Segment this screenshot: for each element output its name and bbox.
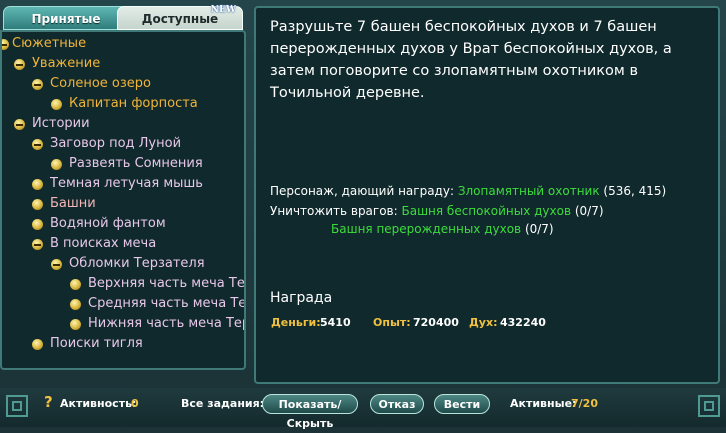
tree-item-label: Поиски тигля bbox=[50, 336, 143, 351]
collapse-icon bbox=[14, 59, 25, 70]
target-count-2: (0/7) bbox=[521, 222, 554, 236]
tree-item-label: Обломки Терзателя bbox=[69, 256, 205, 271]
collapse-icon bbox=[32, 139, 43, 150]
tree-item-label: В поисках меча bbox=[50, 236, 157, 251]
exp-label: Опыт: bbox=[373, 316, 411, 329]
exp-value: 720400 bbox=[413, 316, 459, 329]
collapse-icon bbox=[32, 239, 43, 250]
all-tasks-label: Все задания: bbox=[181, 397, 265, 410]
tab-accepted[interactable]: Принятые bbox=[3, 6, 129, 30]
tree-item-label: Башни bbox=[50, 196, 96, 211]
kill-objective-line: Уничтожить врагов: Башня беспокойных дух… bbox=[270, 204, 604, 218]
tree-item-label: Соленое озеро bbox=[50, 76, 151, 91]
tree-item-label: Водяной фантом bbox=[50, 216, 166, 231]
quest-dot-icon bbox=[51, 99, 62, 110]
tree-item-label: Темная летучая мышь bbox=[50, 176, 203, 191]
collapse-icon bbox=[14, 119, 25, 130]
tab-available[interactable]: Доступные NEW bbox=[117, 5, 243, 30]
reward-title: Награда bbox=[270, 290, 333, 306]
spirit-label: Дух: bbox=[469, 316, 498, 329]
tab-available-label: Доступные bbox=[141, 12, 219, 26]
corner-ornament-icon bbox=[6, 395, 28, 417]
collapse-icon bbox=[2, 39, 9, 50]
kill-label: Уничтожить врагов: bbox=[270, 204, 402, 218]
target-name-1[interactable]: Башня беспокойных духов bbox=[401, 204, 571, 218]
quest-giver-label: Персонаж, дающий награду: bbox=[270, 184, 458, 198]
tree-item-label: Средняя часть меча Тер bbox=[88, 296, 246, 311]
tree-item-label: Капитан форпоста bbox=[69, 96, 198, 111]
active-value: 7/20 bbox=[571, 397, 598, 410]
kill-objective-line-2: Башня перерожденных духов (0/7) bbox=[331, 222, 554, 236]
tree-item-label: Уважение bbox=[32, 56, 101, 71]
quest-dot-icon bbox=[32, 339, 43, 350]
quest-dot-icon bbox=[70, 319, 81, 330]
target-name-2[interactable]: Башня перерожденных духов bbox=[331, 222, 521, 236]
refuse-button[interactable]: Отказ bbox=[370, 394, 424, 414]
quest-giver-line: Персонаж, дающий награду: Злопамятный ох… bbox=[270, 184, 666, 198]
collapse-icon bbox=[51, 259, 62, 270]
lead-button-label: Вести bbox=[443, 398, 481, 411]
quest-giver-coords: (536, 415) bbox=[599, 184, 667, 198]
money-label: Деньги: bbox=[271, 316, 321, 329]
tree-item-label: Истории bbox=[32, 116, 90, 131]
quest-dot-icon bbox=[70, 279, 81, 290]
show-hide-button[interactable]: Показать/Скрыть bbox=[262, 394, 358, 430]
corner-ornament-icon bbox=[698, 395, 720, 417]
tree-item-label: Верхняя часть меча Тер bbox=[88, 276, 246, 291]
activity-label: Активность: bbox=[60, 397, 137, 410]
activity-value: 0 bbox=[131, 397, 139, 410]
target-count-1: (0/7) bbox=[571, 204, 604, 218]
tree-item-label: Нижняя часть меча Терз bbox=[88, 316, 246, 331]
spirit-value: 432240 bbox=[500, 316, 546, 329]
quest-dot-icon bbox=[32, 199, 43, 210]
tab-accepted-label: Принятые bbox=[31, 12, 101, 26]
quest-dot-icon bbox=[70, 299, 81, 310]
new-badge: NEW bbox=[210, 5, 236, 15]
active-label: Активные: bbox=[510, 397, 577, 410]
tree-item-label: Сюжетные bbox=[12, 36, 87, 51]
quest-dot-icon bbox=[32, 219, 43, 230]
quest-description: Разрушьте 7 башен беспокойных духов и 7 … bbox=[270, 19, 672, 101]
tree-item-label: Заговор под Луной bbox=[50, 136, 182, 151]
quest-giver-name[interactable]: Злопамятный охотник bbox=[458, 184, 600, 198]
refuse-button-label: Отказ bbox=[378, 398, 416, 411]
help-icon[interactable]: ? bbox=[44, 393, 53, 411]
quest-dot-icon bbox=[51, 159, 62, 170]
collapse-icon bbox=[32, 79, 43, 90]
quest-tree: Сюжетные Уважение Соленое озеро Капитан … bbox=[0, 30, 246, 370]
lead-button[interactable]: Вести bbox=[434, 394, 490, 414]
quest-details: Разрушьте 7 башен беспокойных духов и 7 … bbox=[254, 6, 720, 384]
tree-item-label: Развеять Сомнения bbox=[69, 156, 203, 171]
quest-dot-icon bbox=[32, 179, 43, 190]
money-value: 5410 bbox=[320, 316, 351, 329]
